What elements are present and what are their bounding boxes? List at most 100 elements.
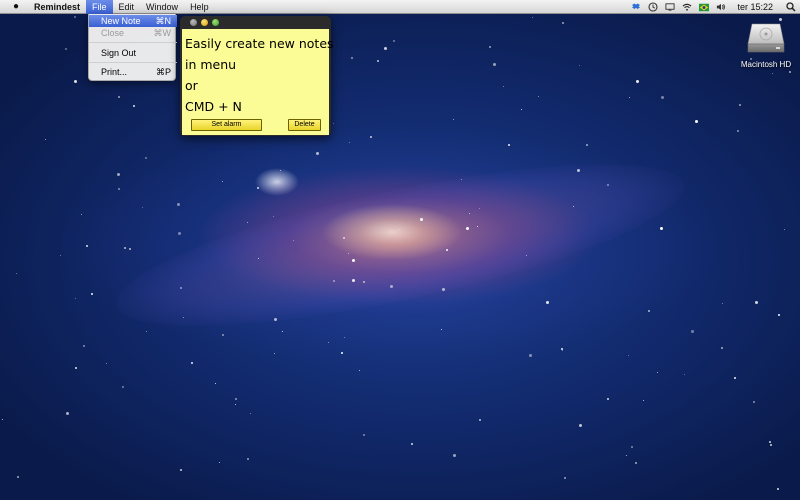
star	[183, 317, 184, 318]
star	[282, 331, 283, 332]
minimize-icon[interactable]	[201, 19, 208, 26]
star	[657, 372, 658, 373]
star	[2, 419, 3, 420]
menu-item-new-note[interactable]: New Note ⌘N	[89, 15, 177, 27]
star	[546, 301, 549, 304]
star	[45, 139, 46, 140]
zoom-icon[interactable]	[212, 19, 219, 26]
star	[17, 476, 19, 478]
menu-file[interactable]: File	[86, 0, 113, 14]
star	[636, 80, 639, 83]
star	[390, 285, 393, 288]
note-titlebar[interactable]	[180, 16, 331, 29]
star	[770, 444, 772, 446]
star	[91, 293, 93, 295]
star	[493, 63, 496, 66]
star	[118, 188, 120, 190]
menu-item-sign-out[interactable]: Sign Out	[89, 47, 177, 59]
hard-drive-icon[interactable]	[746, 20, 786, 56]
note-text-area[interactable]: Easily create new notes in menu or CMD +…	[182, 29, 334, 135]
drive-label: Macintosh HD	[740, 60, 792, 69]
set-alarm-button[interactable]: Set alarm	[191, 119, 262, 131]
note-line: Easily create new notes	[185, 36, 334, 51]
star	[191, 362, 193, 364]
star	[316, 152, 319, 155]
star	[607, 184, 609, 186]
star	[538, 96, 539, 97]
star	[180, 469, 182, 471]
star	[363, 281, 365, 283]
dropbox-icon[interactable]	[631, 2, 641, 12]
menu-app-name[interactable]: Remindest	[28, 0, 86, 14]
star	[274, 318, 277, 321]
menu-help[interactable]: Help	[184, 0, 215, 14]
menu-item-label: Close	[101, 28, 125, 38]
menu-bar: ● Remindest File Edit Window Help ter 15…	[0, 0, 800, 14]
star	[532, 17, 533, 18]
star	[81, 214, 82, 215]
star	[377, 60, 379, 62]
star	[333, 280, 335, 282]
star	[344, 337, 345, 338]
sticky-note-window[interactable]: Easily create new notes in menu or CMD +…	[180, 16, 334, 136]
star	[753, 401, 755, 403]
star	[359, 370, 360, 371]
wifi-icon[interactable]	[682, 2, 692, 12]
star	[453, 119, 454, 120]
star	[586, 144, 588, 146]
menu-bar-clock[interactable]: ter 15:22	[737, 2, 773, 12]
note-line: CMD + N	[185, 99, 242, 114]
star	[579, 424, 582, 427]
star	[142, 207, 143, 208]
star	[348, 253, 349, 254]
delete-button[interactable]: Delete	[288, 119, 321, 131]
star	[607, 398, 609, 400]
close-icon[interactable]	[190, 19, 197, 26]
star	[691, 330, 694, 333]
star	[247, 222, 248, 223]
star	[508, 144, 510, 146]
star	[734, 377, 736, 379]
menu-item-print[interactable]: Print... ⌘P	[89, 66, 177, 78]
star	[83, 345, 85, 347]
display-icon[interactable]	[665, 2, 676, 12]
star	[274, 353, 275, 354]
note-line: in menu	[185, 57, 237, 72]
star	[573, 206, 574, 207]
star	[250, 413, 251, 414]
menu-edit[interactable]: Edit	[113, 0, 141, 14]
star	[469, 213, 470, 214]
star	[629, 97, 630, 98]
desktop-drive[interactable]: Macintosh HD	[736, 18, 796, 74]
star	[561, 348, 563, 350]
star	[769, 441, 771, 443]
star	[643, 400, 644, 401]
star	[177, 203, 180, 206]
volume-icon[interactable]	[716, 2, 726, 12]
star	[180, 287, 182, 289]
menu-item-label: Sign Out	[101, 48, 137, 58]
star	[215, 383, 216, 384]
search-icon[interactable]	[786, 2, 796, 12]
star	[280, 170, 281, 171]
note-line: or	[185, 78, 198, 93]
star	[349, 142, 350, 143]
flag-brazil-icon[interactable]	[699, 2, 710, 12]
star	[739, 104, 741, 106]
file-menu-dropdown: New Note ⌘N Close ⌘W Sign Out Print... ⌘…	[88, 14, 177, 81]
star	[635, 462, 637, 464]
star	[466, 227, 469, 230]
star	[328, 342, 329, 343]
star	[363, 434, 365, 436]
star	[124, 247, 126, 249]
star	[626, 455, 627, 456]
star	[370, 136, 372, 138]
star	[118, 96, 120, 98]
apple-logo-icon[interactable]: ●	[8, 1, 24, 12]
time-machine-icon[interactable]	[648, 2, 659, 12]
star	[178, 232, 181, 235]
menu-separator	[89, 62, 177, 63]
menu-window[interactable]: Window	[140, 0, 184, 14]
star	[579, 65, 580, 66]
star	[384, 47, 387, 50]
